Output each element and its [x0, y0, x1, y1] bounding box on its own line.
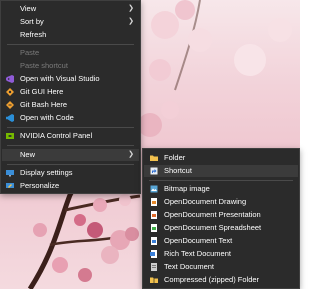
menu-item-label: Paste shortcut	[20, 61, 68, 70]
menu-item-sort-by[interactable]: Sort by ❯	[2, 16, 139, 28]
menu-item-label: Text Document	[164, 262, 215, 271]
menu-item-label: View	[20, 4, 37, 13]
submenu-item-bitmap-image[interactable]: Bitmap image	[144, 183, 298, 195]
menu-item-label: New	[20, 150, 36, 159]
menu-item-refresh[interactable]: Refresh	[2, 29, 139, 41]
menu-item-label: OpenDocument Text	[164, 236, 233, 245]
menu-item-paste-shortcut: Paste shortcut	[2, 60, 139, 72]
submenu-item-opendocument-drawing[interactable]: OpenDocument Drawing	[144, 196, 298, 208]
menu-item-git-gui-here[interactable]: Git GUI Here	[2, 86, 139, 98]
menu-item-label: Git Bash Here	[20, 100, 68, 109]
menu-item-label: Rich Text Document	[164, 249, 231, 258]
odt-icon	[151, 237, 157, 245]
new-submenu: Folder Shortcut Bitmap image OpenDocumen…	[142, 148, 300, 289]
git-gui-icon	[6, 88, 14, 96]
menu-item-view[interactable]: View ❯	[2, 3, 139, 15]
visual-studio-icon	[6, 75, 14, 83]
odg-icon	[151, 198, 157, 206]
menu-separator	[7, 164, 134, 165]
menu-item-new[interactable]: New ❯	[2, 149, 139, 161]
menu-item-label: Display settings	[20, 168, 73, 177]
ods-icon	[151, 224, 157, 232]
submenu-item-opendocument-spreadsheet[interactable]: OpenDocument Spreadsheet	[144, 222, 298, 234]
nvidia-icon	[6, 133, 14, 139]
shortcut-icon	[150, 167, 158, 175]
vscode-icon	[6, 114, 14, 122]
menu-item-label: Refresh	[20, 30, 47, 39]
menu-item-label: OpenDocument Spreadsheet	[164, 223, 262, 232]
personalize-icon	[6, 183, 14, 188]
submenu-item-compressed-zipped-folder[interactable]: Compressed (zipped) Folder	[144, 274, 298, 286]
menu-item-label: Personalize	[20, 181, 60, 190]
menu-item-display-settings[interactable]: Display settings	[2, 167, 139, 179]
menu-separator	[7, 127, 134, 128]
menu-item-label: NVIDIA Control Panel	[20, 131, 93, 140]
zip-folder-icon	[150, 277, 158, 283]
menu-item-label: Paste	[20, 48, 40, 57]
odp-icon	[151, 211, 157, 219]
submenu-item-shortcut[interactable]: Shortcut	[144, 165, 298, 177]
menu-item-label: Open with Visual Studio	[20, 74, 100, 83]
menu-item-paste: Paste	[2, 47, 139, 59]
folder-icon	[150, 155, 158, 161]
submenu-item-folder[interactable]: Folder	[144, 152, 298, 164]
chevron-right-icon: ❯	[128, 5, 134, 12]
display-icon	[6, 170, 14, 177]
menu-separator	[7, 145, 134, 146]
menu-item-label: OpenDocument Presentation	[164, 210, 261, 219]
chevron-right-icon: ❯	[128, 18, 134, 25]
menu-item-open-with-visual-studio[interactable]: Open with Visual Studio	[2, 73, 139, 85]
menu-item-personalize[interactable]: Personalize	[2, 180, 139, 192]
menu-item-label: Bitmap image	[164, 184, 210, 193]
submenu-item-text-document[interactable]: Text Document	[144, 261, 298, 273]
menu-item-label: Folder	[164, 153, 186, 162]
menu-separator	[149, 180, 293, 181]
git-bash-icon	[6, 101, 14, 109]
menu-item-label: Shortcut	[164, 166, 192, 175]
desktop-context-menu: View ❯ Sort by ❯ Refresh Paste Paste sho…	[0, 0, 141, 194]
chevron-right-icon: ❯	[128, 151, 134, 158]
text-doc-icon	[151, 263, 157, 271]
submenu-item-rich-text-document[interactable]: Rich Text Document	[144, 248, 298, 260]
submenu-item-opendocument-presentation[interactable]: OpenDocument Presentation	[144, 209, 298, 221]
submenu-item-opendocument-text[interactable]: OpenDocument Text	[144, 235, 298, 247]
menu-item-label: Open with Code	[20, 113, 74, 122]
menu-item-git-bash-here[interactable]: Git Bash Here	[2, 99, 139, 111]
menu-item-nvidia-control-panel[interactable]: NVIDIA Control Panel	[2, 130, 139, 142]
menu-item-label: Git GUI Here	[20, 87, 64, 96]
rtf-icon	[150, 250, 157, 258]
menu-item-label: Compressed (zipped) Folder	[164, 275, 260, 284]
menu-separator	[7, 44, 134, 45]
menu-item-label: OpenDocument Drawing	[164, 197, 247, 206]
menu-item-open-with-code[interactable]: Open with Code	[2, 112, 139, 124]
bitmap-icon	[150, 185, 158, 193]
menu-item-label: Sort by	[20, 17, 44, 26]
